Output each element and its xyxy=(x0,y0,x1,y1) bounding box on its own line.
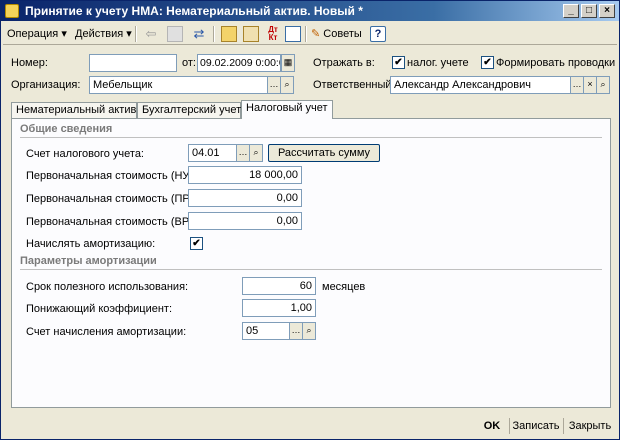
general-section-title: Общие сведения xyxy=(20,123,113,135)
cost-nu-label: Первоначальная стоимость (НУ): xyxy=(26,170,197,182)
unpost-document-icon[interactable] xyxy=(243,26,259,42)
operation-menu-label: Операция xyxy=(7,28,59,40)
tax-accounting-panel: Общие сведения Счет налогового учета: 04… xyxy=(11,118,611,408)
number-field[interactable] xyxy=(89,54,177,72)
operation-menu[interactable]: Операция ▾ xyxy=(7,25,67,43)
refresh-icon[interactable]: ⇄ xyxy=(191,26,207,42)
minimize-button[interactable]: _ xyxy=(563,4,579,18)
actions-menu[interactable]: Действия ▾ xyxy=(75,25,132,43)
organization-field[interactable]: Мебельщик xyxy=(89,76,268,94)
number-label: Номер: xyxy=(11,57,48,69)
responsible-field[interactable]: Александр Александрович xyxy=(390,76,571,94)
cost-pr-label: Первоначальная стоимость (ПР): xyxy=(26,193,197,205)
select-ellipsis-icon[interactable]: … xyxy=(570,76,584,94)
tab-intangible-asset[interactable]: Нематериальный актив xyxy=(11,102,137,118)
clear-icon[interactable]: × xyxy=(583,76,597,94)
dt-kt-icon[interactable]: Дт Кт xyxy=(265,26,281,42)
tax-account-field[interactable]: 04.01 xyxy=(188,144,237,162)
report-icon[interactable] xyxy=(285,26,301,42)
cost-pr-field[interactable]: 0,00 xyxy=(188,189,302,207)
chevron-down-icon: ▾ xyxy=(126,28,132,40)
useful-life-label: Срок полезного использования: xyxy=(26,281,189,293)
section-divider xyxy=(20,137,602,138)
toolbar: Операция ▾ Действия ▾ ⇦ ⇄ Дт Кт ✎ Советы… xyxy=(3,23,617,45)
postings-checkbox[interactable]: ✔ xyxy=(481,56,494,69)
tax-accounting-checkbox[interactable]: ✔ xyxy=(392,56,405,69)
cost-nu-field[interactable]: 18 000,00 xyxy=(188,166,302,184)
select-ellipsis-icon[interactable]: … xyxy=(267,76,281,94)
search-icon[interactable]: ⌕ xyxy=(596,76,610,94)
tax-account-label: Счет налогового учета: xyxy=(26,148,144,160)
amortization-label: Начислять амортизацию: xyxy=(26,238,156,250)
date-field[interactable]: 09.02.2009 0:00:00 xyxy=(197,54,281,72)
wand-icon: ✎ xyxy=(311,28,321,40)
reflect-label: Отражать в: xyxy=(313,57,375,69)
toolbar-separator xyxy=(135,26,137,42)
amortization-account-field[interactable]: 05 xyxy=(242,322,290,340)
tab-tax-accounting[interactable]: Налоговый учет xyxy=(241,100,333,119)
grid-icon[interactable] xyxy=(167,26,183,42)
search-icon[interactable]: ⌕ xyxy=(280,76,294,94)
postings-label: Формировать проводки xyxy=(496,57,616,69)
from-label: от: xyxy=(182,57,196,69)
close-button[interactable]: Закрыть xyxy=(565,417,615,435)
organization-label: Организация: xyxy=(11,79,81,91)
useful-life-field[interactable]: 60 xyxy=(242,277,316,295)
save-button[interactable]: Записать xyxy=(511,417,561,435)
post-document-icon[interactable] xyxy=(221,26,237,42)
amortization-section-title: Параметры амортизации xyxy=(20,255,157,267)
reducing-coefficient-field[interactable]: 1,00 xyxy=(242,299,316,317)
calendar-icon[interactable]: ▦ xyxy=(281,54,295,72)
help-icon[interactable]: ? xyxy=(370,26,386,42)
ok-button[interactable]: OK xyxy=(477,417,507,435)
reducing-coefficient-label: Понижающий коэффициент: xyxy=(26,303,173,315)
window-title: Принятие к учету НМА: Нематериальный акт… xyxy=(25,4,363,18)
cost-vr-label: Первоначальная стоимость (ВР): xyxy=(26,216,196,228)
chevron-down-icon: ▾ xyxy=(61,28,67,40)
actions-menu-label: Действия xyxy=(75,28,124,40)
responsible-label: Ответственный: xyxy=(313,79,395,91)
bottom-bar: OK Записать Закрыть xyxy=(3,415,617,437)
cost-vr-field[interactable]: 0,00 xyxy=(188,212,302,230)
select-ellipsis-icon[interactable]: … xyxy=(289,322,303,340)
search-icon[interactable]: ⌕ xyxy=(302,322,316,340)
document-icon xyxy=(5,4,19,18)
button-separator xyxy=(509,418,510,434)
back-arrow-icon[interactable]: ⇦ xyxy=(143,26,159,42)
button-separator xyxy=(563,418,564,434)
search-icon[interactable]: ⌕ xyxy=(249,144,263,162)
amortization-checkbox[interactable]: ✔ xyxy=(190,237,203,250)
title-bar[interactable]: Принятие к учету НМА: Нематериальный акт… xyxy=(1,1,619,21)
calculate-sum-button[interactable]: Рассчитать сумму xyxy=(268,144,380,162)
tab-accounting[interactable]: Бухгалтерский учет xyxy=(137,102,241,118)
document-window: Принятие к учету НМА: Нематериальный акт… xyxy=(0,0,620,440)
toolbar-separator xyxy=(213,26,215,42)
tax-accounting-label: налог. учете xyxy=(407,57,469,69)
select-ellipsis-icon[interactable]: … xyxy=(236,144,250,162)
toolbar-separator xyxy=(305,26,307,42)
maximize-button[interactable]: □ xyxy=(581,4,597,18)
useful-life-unit: месяцев xyxy=(322,281,366,293)
amortization-account-label: Счет начисления амортизации: xyxy=(26,326,187,338)
section-divider xyxy=(20,269,602,270)
tips-button[interactable]: ✎ Советы xyxy=(311,25,362,43)
close-window-button[interactable]: × xyxy=(599,4,615,18)
tips-button-label: Советы xyxy=(323,28,362,40)
